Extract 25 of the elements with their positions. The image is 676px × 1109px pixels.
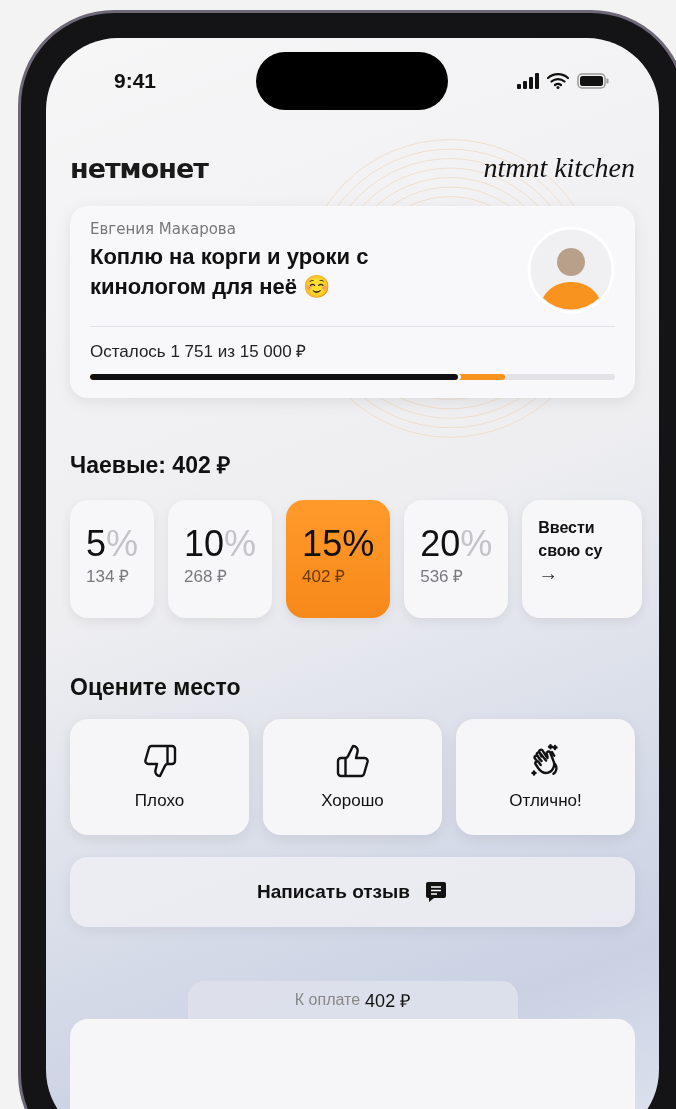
- custom-amount-option[interactable]: Ввести свою су →: [522, 500, 643, 618]
- rating-button[interactable]: Отлично!: [456, 719, 635, 835]
- tips-title: Чаевые: 402 ₽: [70, 451, 232, 480]
- thumbs-up-icon: [334, 743, 371, 779]
- remaining-amount: Осталось 1 751 из 15 000 ₽: [90, 341, 308, 362]
- tip-option[interactable]: 5% 134 ₽: [70, 500, 155, 618]
- payment-amount: 402 ₽: [365, 990, 411, 1012]
- venue-name: ntmnt kitchen: [483, 152, 635, 184]
- status-time: 9:41: [114, 69, 157, 93]
- tip-option[interactable]: 10% 268 ₽: [168, 500, 273, 618]
- goal-title: Коплю на корги и уроки с кинологом для неё ☺: [90, 243, 370, 301]
- write-review-button[interactable]: Написать отзыв: [70, 857, 635, 927]
- thumbs-down-icon: [141, 743, 178, 779]
- chat-bubble-icon: [423, 880, 448, 904]
- brand-logo: нетмонет: [70, 152, 208, 184]
- rating-button[interactable]: Хорошо: [263, 719, 442, 835]
- recipient-name: Евгения Макарова: [90, 220, 237, 238]
- tip-option[interactable]: 20% 536 ₽: [404, 500, 509, 618]
- payment-label: К оплате: [294, 991, 361, 1009]
- rating-title: Оцените место: [70, 674, 242, 701]
- signal-icon: [517, 73, 539, 89]
- battery-icon: [577, 73, 609, 89]
- rating-button[interactable]: Плохо: [70, 719, 249, 835]
- wifi-icon: [547, 73, 569, 89]
- tip-option[interactable]: 15% 402 ₽: [286, 500, 391, 618]
